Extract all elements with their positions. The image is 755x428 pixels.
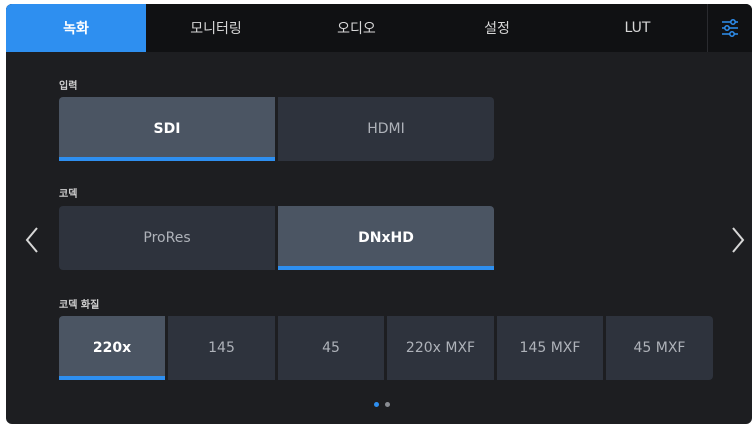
quality-section-label: 코덱 화질 (59, 300, 100, 311)
quality-145-label: 145 (208, 340, 235, 356)
chevron-right-icon (732, 227, 745, 253)
input-sdi-label: SDI (153, 121, 181, 137)
tab-monitoring[interactable]: 모니터링 (146, 4, 286, 52)
quality-45-button[interactable]: 45 (278, 316, 384, 380)
quality-145-mxf-button[interactable]: 145 MXF (497, 316, 603, 380)
codec-prores-label: ProRes (143, 230, 191, 246)
selected-indicator (59, 376, 165, 380)
quality-220x-button[interactable]: 220x (59, 316, 165, 380)
codec-prores-button[interactable]: ProRes (59, 206, 275, 270)
codec-dnxhd-button[interactable]: DNxHD (278, 206, 494, 270)
codec-section-label: 코덱 (59, 189, 78, 200)
next-page-button[interactable] (728, 220, 748, 260)
quality-145-button[interactable]: 145 (168, 316, 275, 380)
page-indicator (374, 402, 390, 407)
quality-220x-label: 220x (92, 340, 132, 356)
input-section-label: 입력 (59, 81, 78, 92)
quality-220x-mxf-button[interactable]: 220x MXF (387, 316, 494, 380)
prev-page-button[interactable] (22, 220, 42, 260)
page-dot-2[interactable] (385, 402, 390, 407)
input-hdmi-label: HDMI (367, 121, 405, 137)
quality-145-mxf-label: 145 MXF (519, 340, 581, 356)
quality-45-mxf-button[interactable]: 45 MXF (606, 316, 713, 380)
quality-45-mxf-label: 45 MXF (633, 340, 686, 356)
page-dot-1[interactable] (374, 402, 379, 407)
tab-audio[interactable]: 오디오 (286, 4, 427, 52)
tab-bar: 녹화 모니터링 오디오 설정 LUT (6, 4, 752, 52)
chevron-left-icon (25, 227, 38, 253)
tab-recording[interactable]: 녹화 (6, 4, 146, 52)
selected-indicator (59, 157, 275, 161)
sliders-icon (722, 19, 738, 37)
input-sdi-button[interactable]: SDI (59, 97, 275, 161)
tab-lut[interactable]: LUT (567, 4, 708, 52)
input-hdmi-button[interactable]: HDMI (278, 97, 494, 161)
tab-setup[interactable]: 설정 (427, 4, 567, 52)
selected-indicator (278, 266, 494, 270)
recording-settings-screen: 녹화 모니터링 오디오 설정 LUT 입력 SDI HDMI 코덱 ProRes… (6, 4, 752, 424)
quality-45-label: 45 (322, 340, 340, 356)
codec-dnxhd-label: DNxHD (358, 230, 414, 246)
quality-220x-mxf-label: 220x MXF (405, 340, 476, 356)
settings-menu-button[interactable] (707, 4, 752, 52)
